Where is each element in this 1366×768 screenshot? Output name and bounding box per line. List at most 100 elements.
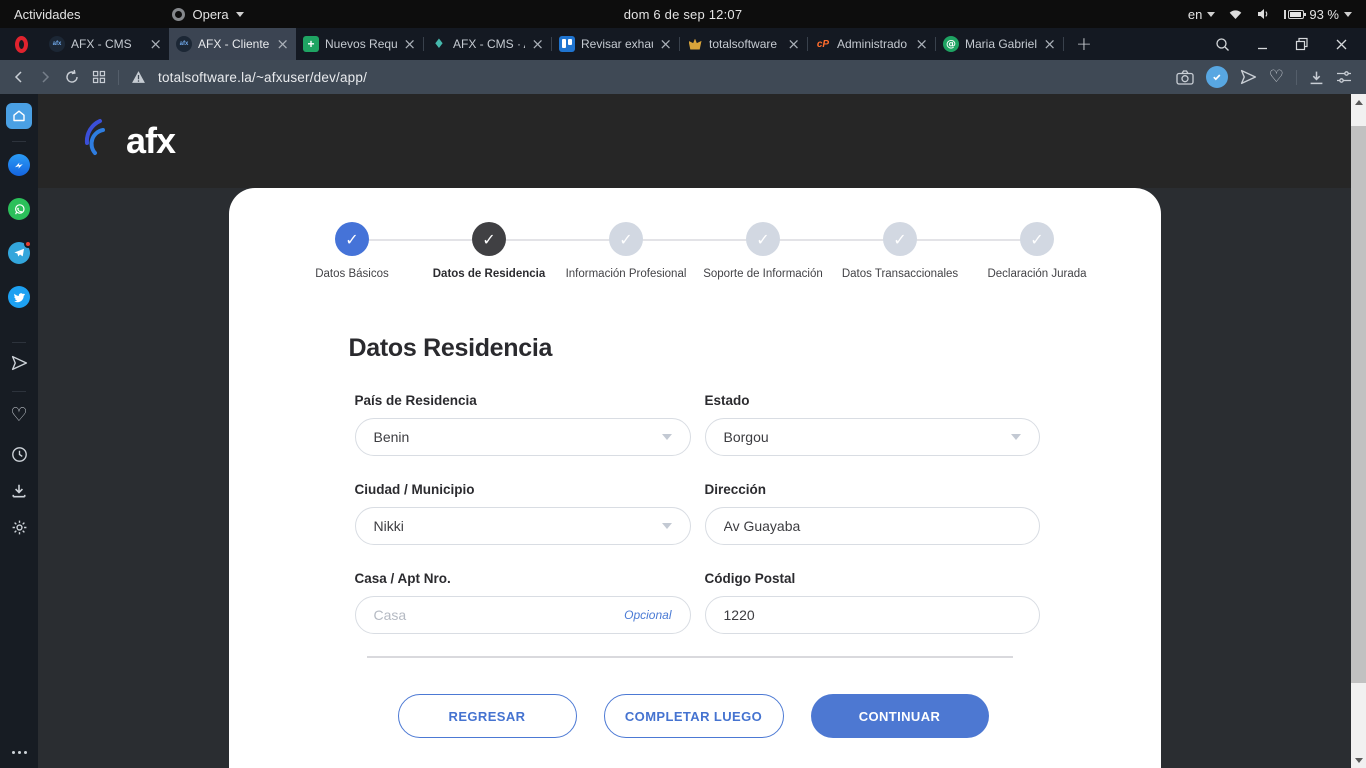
- country-select[interactable]: Benin: [355, 418, 691, 456]
- afx-favicon-icon: afx: [176, 36, 192, 52]
- battery-charging-icon[interactable]: 93 %: [1284, 7, 1352, 22]
- tab-title: AFX - CMS · A: [453, 37, 525, 51]
- tab-close-icon[interactable]: ×: [787, 37, 800, 52]
- tab-afx-cliente-active[interactable]: afx AFX - Cliente ×: [169, 28, 296, 60]
- address-separator: [1296, 70, 1297, 85]
- chat-favicon-icon: @: [943, 36, 959, 52]
- restore-window-icon[interactable]: [1295, 37, 1309, 51]
- telegram-icon[interactable]: [8, 242, 30, 264]
- opera-sidebar: ♡: [0, 94, 38, 768]
- postal-field-wrap: [705, 596, 1040, 634]
- form-divider: [367, 656, 1013, 658]
- adblock-shield-icon[interactable]: [1206, 66, 1228, 88]
- opera-logo-icon[interactable]: [0, 36, 42, 53]
- tab-nuevos-requerimientos[interactable]: + Nuevos Reque ×: [296, 28, 423, 60]
- sidebar-divider: [12, 141, 26, 142]
- step-declaracion-jurada[interactable]: ✓ Declaración Jurada: [969, 222, 1106, 280]
- postal-input[interactable]: [724, 607, 1021, 623]
- new-tab-button[interactable]: +: [1076, 33, 1092, 55]
- back-button[interactable]: REGRESAR: [398, 694, 577, 738]
- step-label: Soporte de Información: [703, 268, 823, 280]
- sidebar-setup-dots-icon[interactable]: [12, 751, 27, 754]
- step-label: Datos de Residencia: [433, 268, 545, 280]
- step-datos-residencia[interactable]: ✓ Datos de Residencia: [421, 222, 558, 280]
- opera-app-menu[interactable]: Opera: [172, 7, 243, 22]
- reload-icon[interactable]: [64, 69, 80, 85]
- messenger-icon[interactable]: [8, 154, 30, 176]
- tab-close-icon[interactable]: ×: [149, 37, 162, 52]
- site-header: afx: [38, 94, 1351, 188]
- tab-maria-gabriela[interactable]: @ Maria Gabriel ×: [936, 28, 1063, 60]
- tab-close-icon[interactable]: ×: [403, 37, 416, 52]
- window-controls: [1215, 37, 1366, 52]
- tab-revisar-exhaustivo[interactable]: Revisar exhau ×: [552, 28, 679, 60]
- afx-logo-text: afx: [126, 120, 175, 162]
- download-icon[interactable]: [1309, 70, 1324, 85]
- minimize-icon[interactable]: [1256, 38, 1269, 51]
- tab-afx-cms[interactable]: afx AFX - CMS ×: [42, 28, 169, 60]
- tab-close-icon[interactable]: ×: [1043, 37, 1056, 52]
- wifi-icon[interactable]: [1228, 8, 1243, 20]
- house-input[interactable]: [374, 607, 625, 623]
- tab-close-icon[interactable]: ×: [531, 37, 544, 52]
- scroll-up-arrow[interactable]: [1351, 94, 1366, 110]
- address-separator: [118, 70, 119, 85]
- wizard-stepper: ✓ Datos Básicos ✓ Datos de Residencia ✓ …: [229, 222, 1161, 280]
- speed-dial-grid-icon[interactable]: [92, 70, 106, 84]
- city-select[interactable]: Nikki: [355, 507, 691, 545]
- address-input[interactable]: [724, 518, 1021, 534]
- scrollbar-thumb[interactable]: [1351, 126, 1366, 683]
- bookmarks-heart-icon[interactable]: ♡: [10, 404, 27, 426]
- speed-dial-home-icon[interactable]: [6, 103, 32, 129]
- twitter-icon[interactable]: [8, 286, 30, 308]
- not-secure-warning-icon[interactable]: [131, 70, 146, 84]
- step-informacion-profesional[interactable]: ✓ Información Profesional: [558, 222, 695, 280]
- opera-menu-icon: [172, 8, 185, 21]
- clock[interactable]: dom 6 de sep 12:07: [624, 7, 743, 22]
- sheets-favicon-icon: +: [303, 36, 319, 52]
- system-top-bar: Actividades Opera dom 6 de sep 12:07 en …: [0, 0, 1366, 28]
- step-soporte-de-informacion[interactable]: ✓ Soporte de Información: [695, 222, 832, 280]
- state-select[interactable]: Borgou: [705, 418, 1040, 456]
- continue-button[interactable]: CONTINUAR: [811, 694, 989, 738]
- search-tabs-icon[interactable]: [1215, 37, 1230, 52]
- back-icon[interactable]: [12, 70, 26, 84]
- my-flow-plane-icon[interactable]: [1240, 69, 1257, 85]
- address-label: Dirección: [705, 482, 1040, 497]
- activities-button[interactable]: Actividades: [0, 0, 94, 28]
- gem-favicon-icon: ♦: [431, 36, 447, 52]
- tab-close-icon[interactable]: ×: [276, 37, 289, 52]
- step-datos-basicos[interactable]: ✓ Datos Básicos: [284, 222, 421, 280]
- tab-administrador-cpanel[interactable]: cP Administrado ×: [808, 28, 935, 60]
- settings-gear-icon[interactable]: [11, 519, 28, 536]
- action-buttons: REGRESAR COMPLETAR LUEGO CONTINUAR: [398, 694, 1161, 738]
- forward-icon[interactable]: [38, 70, 52, 84]
- bookmark-heart-icon[interactable]: ♡: [1269, 67, 1284, 87]
- tab-afx-cms-admin[interactable]: ♦ AFX - CMS · A ×: [424, 28, 551, 60]
- complete-later-button[interactable]: COMPLETAR LUEGO: [604, 694, 784, 738]
- battery-percent-label: 93 %: [1309, 7, 1339, 22]
- downloads-icon[interactable]: [11, 483, 27, 499]
- volume-icon[interactable]: [1256, 8, 1271, 20]
- step-datos-transaccionales[interactable]: ✓ Datos Transaccionales: [832, 222, 969, 280]
- close-window-icon[interactable]: [1335, 38, 1348, 51]
- my-flow-icon[interactable]: [11, 355, 28, 371]
- tab-title: Maria Gabriel: [965, 37, 1037, 51]
- tab-title: AFX - CMS: [71, 37, 143, 51]
- whatsapp-icon[interactable]: [8, 198, 30, 220]
- scroll-down-arrow[interactable]: [1351, 752, 1366, 768]
- keyboard-layout-indicator[interactable]: en: [1188, 7, 1215, 22]
- tab-totalsoftware[interactable]: totalsoftware ×: [680, 28, 807, 60]
- tab-close-icon[interactable]: ×: [915, 37, 928, 52]
- url-field[interactable]: totalsoftware.la/~afxuser/dev/app/: [158, 70, 1164, 85]
- tab-close-icon[interactable]: ×: [659, 37, 672, 52]
- snapshot-camera-icon[interactable]: [1176, 70, 1194, 85]
- screen: Actividades Opera dom 6 de sep 12:07 en …: [0, 0, 1366, 768]
- browser-tab-bar: afx AFX - CMS × afx AFX - Cliente × + Nu…: [0, 28, 1366, 60]
- easy-setup-sliders-icon[interactable]: [1336, 70, 1352, 84]
- house-label: Casa / Apt Nro.: [355, 571, 691, 586]
- history-clock-icon[interactable]: [11, 446, 28, 463]
- state-value: Borgou: [724, 429, 1011, 445]
- afx-favicon-icon: afx: [49, 36, 65, 52]
- page-scrollbar[interactable]: [1351, 94, 1366, 768]
